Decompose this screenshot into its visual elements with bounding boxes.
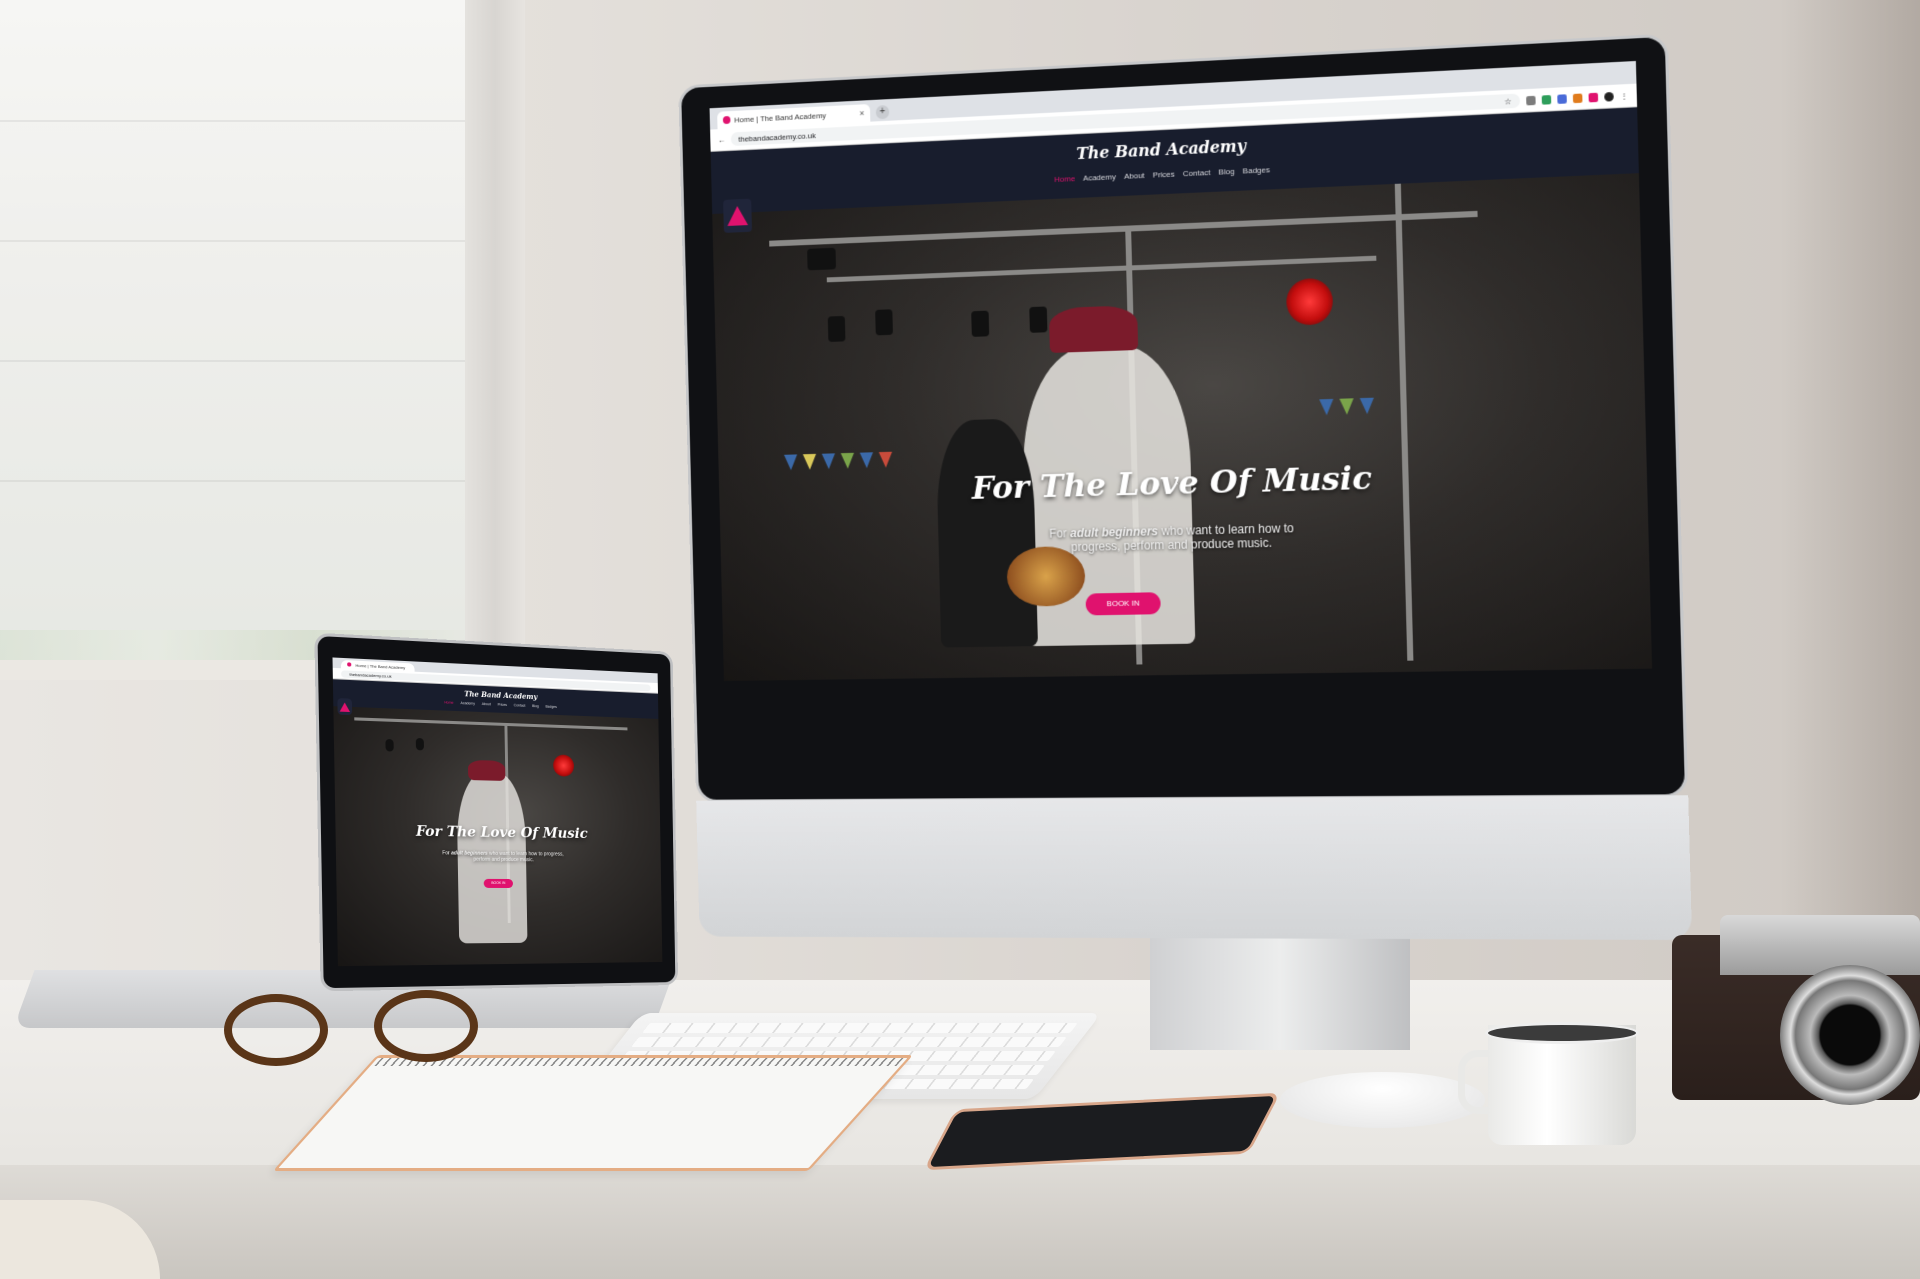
hero-banner: For The Love Of Music For adult beginner… bbox=[712, 173, 1653, 681]
laptop-hero-text: For adult beginners who want to learn ho… bbox=[336, 849, 661, 864]
nav-academy[interactable]: Academy bbox=[1083, 172, 1116, 182]
laptop-tab-title: Home | The Band Academy bbox=[355, 662, 406, 670]
hero-text-prefix: For bbox=[1049, 526, 1068, 541]
site-logo-icon[interactable] bbox=[723, 198, 753, 233]
laptop-nav-home[interactable]: Home bbox=[444, 700, 453, 704]
imac-monitor: Home | The Band Academy × + ← thebandaca… bbox=[677, 0, 1693, 942]
camera-lens bbox=[1780, 965, 1920, 1105]
star-icon[interactable]: ☆ bbox=[1504, 96, 1512, 106]
extension-icon[interactable] bbox=[1588, 92, 1599, 102]
new-tab-button[interactable]: + bbox=[875, 105, 890, 120]
camera-top bbox=[1720, 915, 1920, 975]
laptop-screen: Home | The Band Academy thebandacademy.c… bbox=[332, 657, 663, 967]
wall-shadow bbox=[1780, 0, 1920, 1010]
extension-icon[interactable] bbox=[1572, 92, 1583, 103]
laptop-nav-contact[interactable]: Contact bbox=[514, 703, 526, 707]
laptop: Home | The Band Academy thebandacademy.c… bbox=[314, 632, 679, 992]
desk-edge bbox=[0, 1165, 1920, 1279]
url-text: thebandacademy.co.uk bbox=[738, 130, 816, 144]
menu-dots-icon[interactable]: ⋮ bbox=[1620, 91, 1629, 101]
website: The Band Academy Home Academy About Pric… bbox=[710, 107, 1653, 681]
tab-favicon-icon bbox=[722, 115, 731, 125]
nav-badges[interactable]: Badges bbox=[1243, 165, 1270, 175]
laptop-url-text: thebandacademy.co.uk bbox=[349, 671, 392, 679]
back-arrow-icon[interactable]: ← bbox=[718, 135, 726, 144]
nav-contact[interactable]: Contact bbox=[1183, 168, 1211, 178]
nav-home[interactable]: Home bbox=[1054, 174, 1075, 184]
notebook bbox=[272, 1055, 914, 1171]
laptop-book-in-button[interactable]: BOOK IN bbox=[483, 878, 514, 889]
book-in-button[interactable]: BOOK IN bbox=[1085, 592, 1161, 616]
tab-title: Home | The Band Academy bbox=[734, 110, 827, 125]
laptop-nav-blog[interactable]: Blog bbox=[532, 704, 539, 708]
laptop-hero-title: For The Love Of Music bbox=[415, 823, 588, 843]
close-tab-icon[interactable]: × bbox=[859, 108, 864, 118]
eyeglasses bbox=[224, 990, 494, 1070]
laptop-nav-badges[interactable]: Badges bbox=[545, 705, 556, 709]
extension-icon[interactable] bbox=[1541, 94, 1552, 105]
laptop-bezel: Home | The Band Academy thebandacademy.c… bbox=[314, 632, 679, 992]
laptop-nav-prices[interactable]: Prices bbox=[497, 703, 507, 707]
imac-bezel: Home | The Band Academy × + ← thebandaca… bbox=[678, 33, 1689, 803]
mouse bbox=[1280, 1072, 1485, 1128]
extension-icon[interactable] bbox=[1526, 95, 1536, 105]
laptop-site-logo-icon[interactable] bbox=[337, 698, 353, 716]
laptop-website: The Band Academy Home Academy About Pric… bbox=[332, 679, 663, 967]
nav-blog[interactable]: Blog bbox=[1218, 167, 1234, 177]
imac-chin bbox=[696, 795, 1693, 940]
tab-favicon-icon bbox=[347, 662, 352, 667]
imac-screen: Home | The Band Academy × + ← thebandaca… bbox=[709, 60, 1653, 681]
extension-icon[interactable] bbox=[1557, 93, 1567, 104]
laptop-hero-banner: For The Love Of Music For adult beginner… bbox=[333, 706, 663, 967]
laptop-nav-about[interactable]: About bbox=[482, 702, 491, 706]
window bbox=[0, 0, 470, 670]
mug-rim bbox=[1485, 1022, 1639, 1044]
nav-prices[interactable]: Prices bbox=[1153, 170, 1175, 180]
laptop-hero-text-prefix: For bbox=[442, 850, 450, 857]
profile-avatar[interactable] bbox=[1604, 91, 1614, 102]
desk-scene: Home | The Band Academy × + ← thebandaca… bbox=[0, 0, 1920, 1279]
nav-about[interactable]: About bbox=[1124, 171, 1145, 181]
laptop-nav-academy[interactable]: Academy bbox=[460, 701, 474, 706]
